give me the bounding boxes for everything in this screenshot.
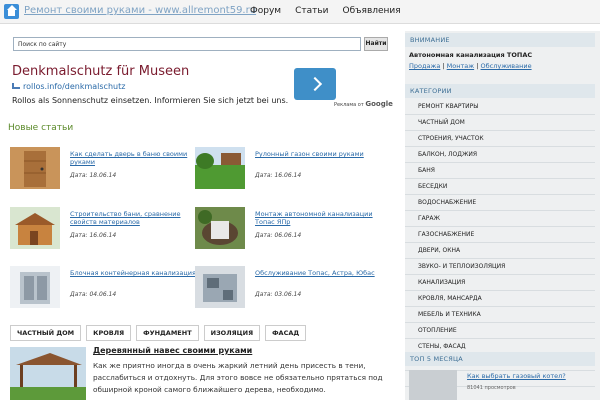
article-date: Дата: 06.06.14 bbox=[255, 232, 302, 239]
top-bar: Ремонт своими руками - www.allremont59.r… bbox=[0, 0, 600, 24]
tag-bar: ЧАСТНЫЙ ДОМ КРОВЛЯ ФУНДАМЕНТ ИЗОЛЯЦИЯ ФА… bbox=[10, 325, 307, 341]
article-card: Рулонный газон своими руками Дата: 16.06… bbox=[195, 147, 385, 193]
search-button[interactable]: Найти bbox=[364, 37, 388, 51]
article-thumbnail[interactable] bbox=[10, 207, 60, 249]
article-thumbnail[interactable] bbox=[10, 266, 60, 308]
article-card: Монтаж автономной канализации Топас ЯПр … bbox=[195, 207, 385, 253]
featured-thumbnail[interactable] bbox=[10, 347, 86, 400]
article-title-link[interactable]: Монтаж автономной канализации Топас ЯПр bbox=[255, 210, 383, 226]
article-card: Обслуживание Топас, Астра, Юбас Дата: 03… bbox=[195, 266, 385, 312]
top-item-thumbnail[interactable] bbox=[409, 370, 457, 400]
category-item[interactable]: ЧАСТНЫЙ ДОМ bbox=[405, 115, 595, 131]
category-item[interactable]: БЕСЕДКИ bbox=[405, 179, 595, 195]
article-title-link[interactable]: Блочная контейнерная канализация bbox=[70, 269, 198, 277]
link-separator: | bbox=[476, 62, 479, 70]
article-thumbnail[interactable] bbox=[195, 147, 245, 189]
site-title-link[interactable]: Ремонт своими руками - www.allremont59.r… bbox=[24, 5, 256, 16]
nav-articles-link[interactable]: Статьи bbox=[295, 6, 328, 16]
ad-headline-link[interactable]: Denkmalschutz für Museen bbox=[12, 64, 189, 79]
article-date: Дата: 16.06.14 bbox=[255, 172, 302, 179]
sidebar: ВНИМАНИЕ Автономная канализация ТОПАС Пр… bbox=[405, 31, 600, 400]
category-item[interactable]: БАЛКОН, ЛОДЖИЯ bbox=[405, 147, 595, 163]
notice-links: Продажа | Монтаж | Обслуживание bbox=[409, 62, 532, 70]
top-month-heading: ТОП 5 МЕСЯЦА bbox=[405, 352, 595, 366]
nav-forum-link[interactable]: Форум bbox=[250, 6, 281, 16]
tag-roof[interactable]: КРОВЛЯ bbox=[86, 325, 132, 341]
tag-facade[interactable]: ФАСАД bbox=[265, 325, 307, 341]
category-item[interactable]: КРОВЛЯ, МАНСАРДА bbox=[405, 291, 595, 307]
article-date: Дата: 04.06.14 bbox=[70, 291, 117, 298]
ad-url[interactable]: rollos.info/denkmalschutz bbox=[12, 82, 125, 91]
ad-url-text[interactable]: rollos.info/denkmalschutz bbox=[23, 82, 125, 91]
article-date: Дата: 18.06.14 bbox=[70, 172, 117, 179]
google-logo: Google bbox=[365, 100, 393, 108]
article-thumbnail[interactable] bbox=[10, 147, 60, 189]
category-list: РЕМОНТ КВАРТИРЫ ЧАСТНЫЙ ДОМ СТРОЕНИЯ, УЧ… bbox=[405, 99, 595, 387]
link-separator: | bbox=[442, 62, 445, 70]
article-title-link[interactable]: Строительство бани, сравнение свойств ма… bbox=[70, 210, 198, 226]
article-card: Блочная контейнерная канализация Дата: 0… bbox=[10, 266, 200, 312]
category-item[interactable]: ДВЕРИ, ОКНА bbox=[405, 243, 595, 259]
new-articles-heading: Новые статьи bbox=[8, 123, 74, 133]
ad-description: Rollos als Sonnenschutz einsetzen. Infor… bbox=[12, 96, 289, 105]
ad-link-icon bbox=[12, 83, 20, 89]
category-item[interactable]: РЕМОНТ КВАРТИРЫ bbox=[405, 99, 595, 115]
link-service[interactable]: Обслуживание bbox=[481, 62, 532, 70]
category-item[interactable]: ВОДОСНАБЖЕНИЕ bbox=[405, 195, 595, 211]
categories-heading: КАТЕГОРИИ bbox=[405, 84, 595, 98]
category-item[interactable]: МЕБЕЛЬ И ТЕХНИКА bbox=[405, 307, 595, 323]
home-logo-icon[interactable] bbox=[4, 4, 19, 19]
article-title-link[interactable]: Рулонный газон своими руками bbox=[255, 150, 383, 158]
top-item-title-link[interactable]: Как выбрать газовый котел? bbox=[467, 372, 566, 380]
tag-insulation[interactable]: ИЗОЛЯЦИЯ bbox=[203, 325, 261, 341]
article-title-link[interactable]: Как сделать дверь в баню своими руками bbox=[70, 150, 198, 166]
notice-text: Автономная канализация ТОПАС bbox=[409, 51, 533, 59]
article-date: Дата: 03.06.14 bbox=[255, 291, 302, 298]
tag-foundation[interactable]: ФУНДАМЕНТ bbox=[136, 325, 199, 341]
top-item-views: 81041 просмотров bbox=[467, 385, 516, 391]
ad-arrow-button[interactable] bbox=[294, 68, 336, 100]
link-install[interactable]: Монтаж bbox=[447, 62, 474, 70]
category-item[interactable]: ГАРАЖ bbox=[405, 211, 595, 227]
category-item[interactable]: КАНАЛИЗАЦИЯ bbox=[405, 275, 595, 291]
category-item[interactable]: СТРОЕНИЯ, УЧАСТОК bbox=[405, 131, 595, 147]
category-item[interactable]: БАНЯ bbox=[405, 163, 595, 179]
article-card: Строительство бани, сравнение свойств ма… bbox=[10, 207, 200, 253]
category-item[interactable]: ЗВУКО- И ТЕПЛОИЗОЛЯЦИЯ bbox=[405, 259, 595, 275]
featured-excerpt: Как же приятно иногда в очень жаркий лет… bbox=[93, 361, 383, 394]
featured-title-link[interactable]: Деревянный навес своими руками bbox=[93, 346, 252, 355]
search-input[interactable]: Поиск по сайту bbox=[13, 37, 361, 51]
top-nav: Форум Статьи Объявления bbox=[250, 6, 401, 16]
category-item[interactable]: ОТОПЛЕНИЕ bbox=[405, 323, 595, 339]
ad-attribution-prefix: Реклама от bbox=[334, 102, 364, 108]
notice-heading: ВНИМАНИЕ bbox=[405, 33, 595, 47]
article-date: Дата: 16.06.14 bbox=[70, 232, 117, 239]
link-sale[interactable]: Продажа bbox=[409, 62, 440, 70]
article-thumbnail[interactable] bbox=[195, 207, 245, 249]
article-thumbnail[interactable] bbox=[195, 266, 245, 308]
nav-ads-link[interactable]: Объявления bbox=[343, 6, 401, 16]
tag-private-house[interactable]: ЧАСТНЫЙ ДОМ bbox=[10, 325, 82, 341]
article-title-link[interactable]: Обслуживание Топас, Астра, Юбас bbox=[255, 269, 383, 277]
ad-attribution: Реклама от Google bbox=[334, 100, 393, 108]
article-card: Как сделать дверь в баню своими руками Д… bbox=[10, 147, 200, 193]
category-item[interactable]: ГАЗОСНАБЖЕНИЕ bbox=[405, 227, 595, 243]
